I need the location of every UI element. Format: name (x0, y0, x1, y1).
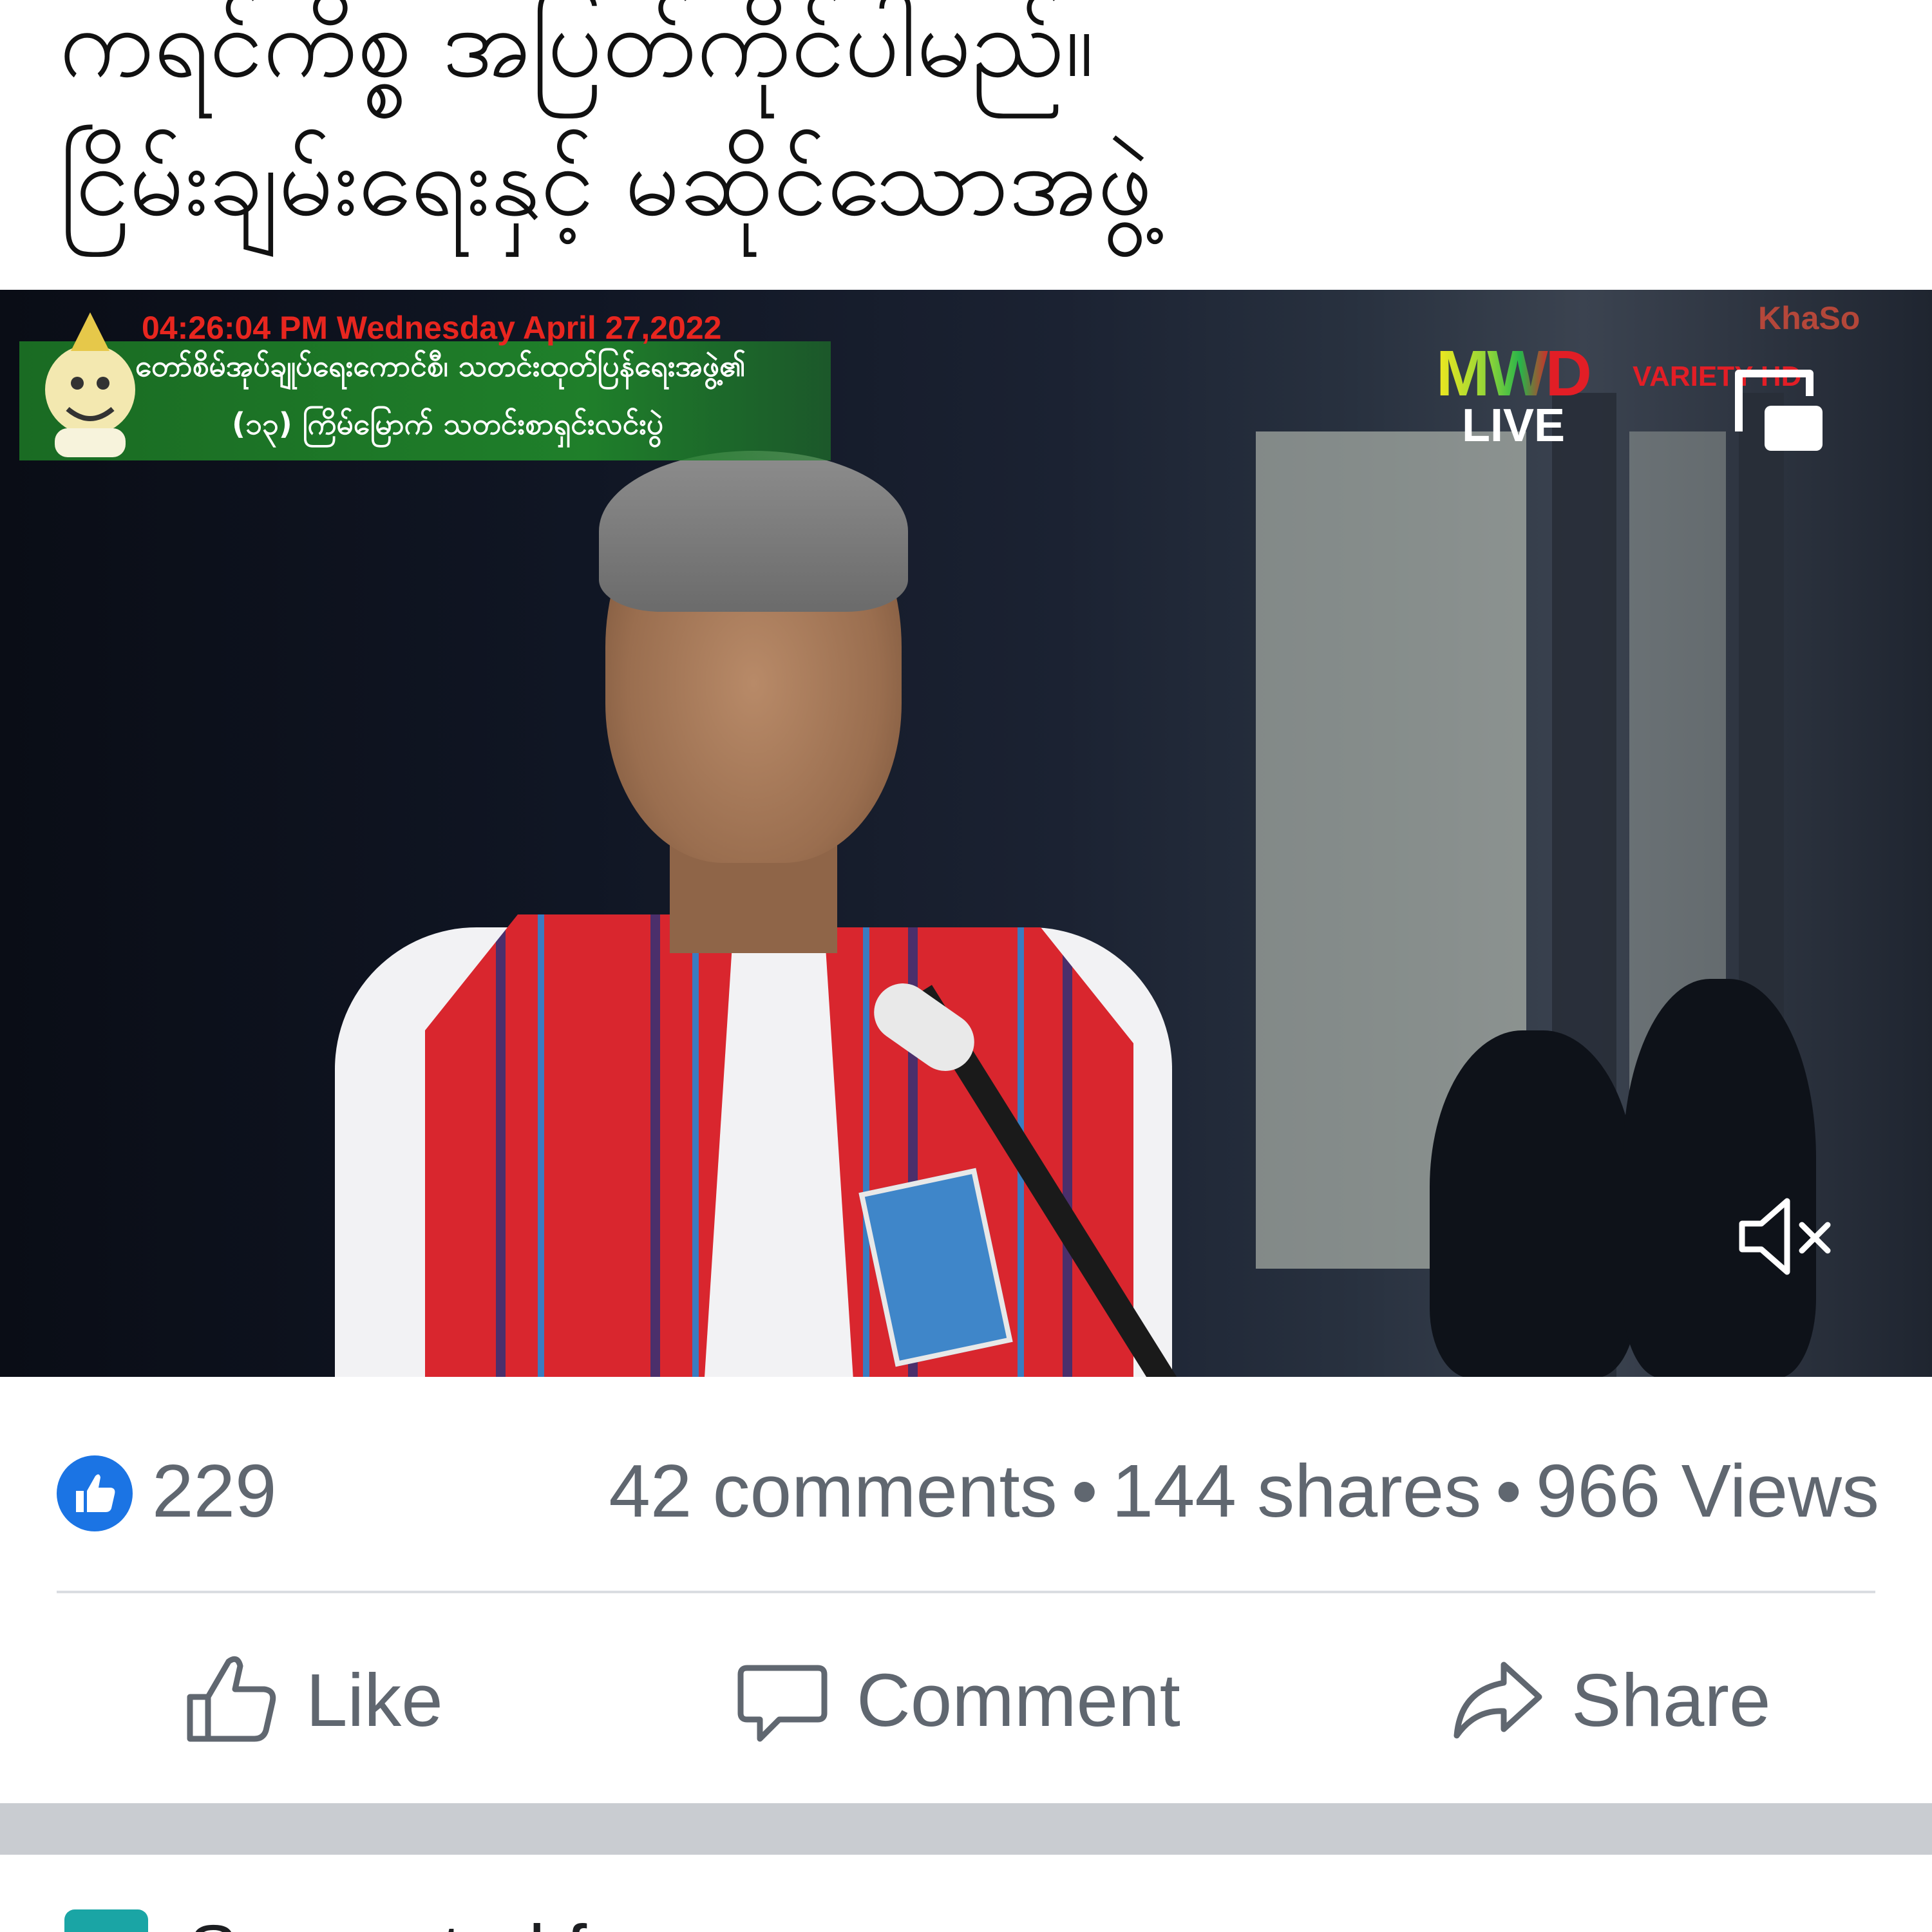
like-reaction-icon[interactable] (57, 1455, 133, 1531)
separator-dot: • (1071, 1449, 1098, 1533)
corner-watermark: KhaSo (1758, 300, 1861, 336)
banner-line-2: (၁၃) ကြိမ်မြောက် သတင်းစာရှင်းလင်းပွဲ (232, 406, 664, 441)
stats-summary: 42 comments • 144 shares • 966 Views (609, 1443, 1879, 1539)
audience-silhouette (1623, 979, 1816, 1377)
comments-count[interactable]: 42 comments (609, 1449, 1057, 1533)
post-view: ကရင်ကိစ္စ အပြတ်ကိုင်ပါမည်။ ငြိမ်းချမ်းရေ… (0, 0, 1932, 1932)
like-button[interactable]: Like (184, 1636, 443, 1765)
logo-mwd: MWD (1436, 337, 1592, 410)
share-arrow-icon (1454, 1662, 1542, 1739)
post-caption: ကရင်ကိစ္စ အပြတ်ကိုင်ပါမည်။ ငြိမ်းချမ်းရေ… (59, 0, 1862, 251)
thumbs-up-icon (187, 1656, 276, 1742)
suggested-section: Suggested for you (59, 1903, 1862, 1932)
comment-button[interactable]: Comment (734, 1636, 1180, 1765)
mascot-logo-icon (45, 312, 135, 457)
caption-line-1: ကရင်ကိစ္စ အပြတ်ကိုင်ပါမည်။ (59, 0, 1095, 99)
comment-label: Comment (857, 1658, 1180, 1742)
share-label: Share (1571, 1658, 1771, 1742)
suggested-label: Suggested for you (188, 1903, 795, 1932)
speaker (335, 438, 1239, 1377)
logo-live: LIVE (1462, 400, 1566, 451)
comment-bubble-icon (737, 1665, 828, 1742)
caption-line-2: ငြိမ်းချမ်းရေးနှင့် မဆိုင်သောအဖွဲ့ (59, 126, 1153, 238)
video-player[interactable]: တော်စိမ်အုပ်ချုပ်ရေးကောင်စီ၊ သတင်းထုတ်ပြ… (0, 290, 1932, 1377)
action-bar: Like Comment Share (0, 1636, 1932, 1765)
engagement-stats: 229 42 comments • 144 shares • 966 Views (57, 1443, 1879, 1539)
banner-line-1: တော်စိမ်အုပ်ချုပ်ရေးကောင်စီ၊ သတင်းထုတ်ပြ… (135, 348, 746, 383)
like-count[interactable]: 229 (152, 1443, 277, 1539)
like-label: Like (306, 1658, 443, 1742)
section-separator (0, 1803, 1932, 1855)
shares-count[interactable]: 144 shares (1112, 1449, 1481, 1533)
video-play-icon (64, 1909, 148, 1932)
speaker-hair (599, 451, 908, 612)
audience-silhouette (1430, 1030, 1636, 1377)
overlay-timestamp: 04:26:04 PM Wednesday April 27,2022 (142, 310, 722, 346)
speaker-vest-left (425, 914, 734, 1377)
views-count: 966 Views (1535, 1449, 1879, 1533)
divider (57, 1591, 1875, 1593)
picture-in-picture-icon[interactable] (1726, 361, 1829, 457)
mute-icon[interactable] (1732, 1185, 1835, 1288)
separator-dot: • (1495, 1449, 1522, 1533)
share-button[interactable]: Share (1449, 1636, 1771, 1765)
channel-logo: MWD LIVE VARIETY HD (1436, 337, 1801, 451)
